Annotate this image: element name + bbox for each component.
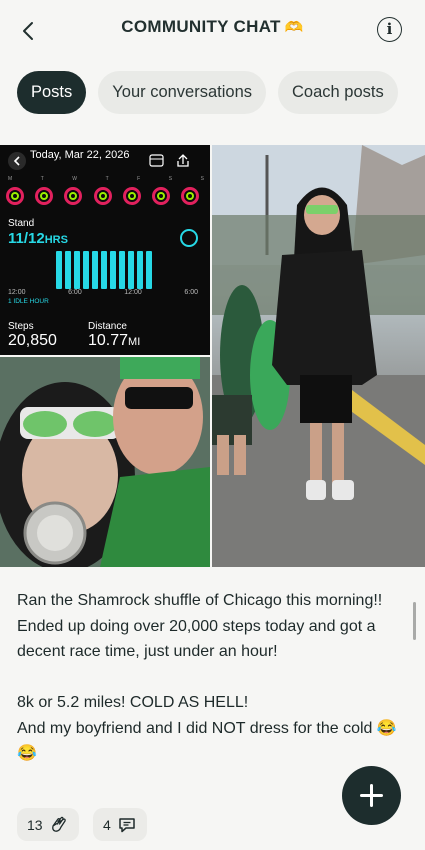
stand-bar	[92, 251, 98, 289]
time-axis: 12:00 6:00 12:00 6:00	[8, 289, 198, 296]
stand-bar	[65, 251, 71, 289]
time-tick: 12:00	[8, 289, 26, 296]
tab-your-conversations[interactable]: Your conversations	[98, 71, 267, 114]
page-title: COMMUNITY CHAT 🫶	[0, 17, 425, 37]
post-line: Ran the Shamrock shuffle of Chicago this…	[17, 592, 383, 609]
post-body: Ran the Shamrock shuffle of Chicago this…	[17, 588, 409, 767]
race-illustration	[212, 145, 425, 567]
fitness-summary-screenshot[interactable]: Today, Mar 22, 2026 M T W T F S S Stand …	[0, 145, 210, 355]
page-title-text: COMMUNITY CHAT	[121, 17, 281, 36]
stand-bar	[146, 251, 152, 289]
header: COMMUNITY CHAT 🫶 i	[0, 0, 425, 62]
activity-ring-icon	[94, 187, 112, 205]
activity-ring-icon	[181, 187, 199, 205]
heart-hands-emoji: 🫶	[284, 19, 304, 36]
selfie-photo[interactable]	[0, 357, 210, 567]
stand-bar	[101, 251, 107, 289]
post-photo-grid: Today, Mar 22, 2026 M T W T F S S Stand …	[0, 145, 425, 567]
steps-value: 20,850	[8, 332, 57, 349]
clap-reaction-button[interactable]: 13	[17, 808, 79, 841]
tab-coach-posts[interactable]: Coach posts	[278, 71, 398, 114]
stand-label: Stand	[8, 218, 35, 229]
stand-bar	[137, 251, 143, 289]
comment-bubble-icon	[119, 817, 135, 832]
new-post-plus-button[interactable]	[342, 766, 401, 825]
activity-ring-icon	[6, 187, 24, 205]
stand-bar	[83, 251, 89, 289]
comment-count: 4	[103, 816, 111, 833]
post-line: And my boyfriend and I did NOT dress for…	[17, 719, 397, 763]
info-icon[interactable]: i	[377, 17, 402, 42]
post-line: 8k or 5.2 miles! COLD AS HELL!	[17, 694, 249, 711]
stand-number: 11/12	[8, 230, 45, 247]
clap-count: 13	[27, 816, 43, 833]
steps-label: Steps	[8, 321, 34, 332]
stand-bar	[110, 251, 116, 289]
stand-hours-bars	[56, 251, 156, 289]
stand-unit: HRS	[44, 234, 68, 246]
clap-hands-icon	[51, 816, 66, 832]
stand-bar	[56, 251, 62, 289]
stand-value: 11/12HRS	[8, 230, 68, 247]
time-tick: 12:00	[124, 289, 142, 296]
distance-unit: MI	[128, 336, 141, 348]
race-photo[interactable]	[212, 145, 425, 567]
fitness-date: Today, Mar 22, 2026	[30, 149, 130, 161]
tab-bar: Posts Your conversations Coach posts	[17, 71, 398, 114]
time-tick: 6:00	[184, 289, 198, 296]
distance-label: Distance	[88, 321, 127, 332]
activity-ring-icon	[35, 187, 53, 205]
distance-number: 10.77	[88, 332, 129, 349]
activity-ring-icon	[152, 187, 170, 205]
stand-details-icon	[180, 229, 198, 247]
activity-ring-icon	[64, 187, 82, 205]
stand-bar	[74, 251, 80, 289]
post-line: Ended up doing over 20,000 steps today a…	[17, 617, 376, 661]
idle-hours: 1 IDLE HOUR	[8, 298, 49, 305]
comments-button[interactable]: 4	[93, 808, 147, 841]
distance-value: 10.77MI	[88, 332, 140, 350]
tab-posts[interactable]: Posts	[17, 71, 87, 114]
scrollbar[interactable]	[413, 602, 416, 640]
selfie-illustration	[0, 357, 210, 567]
time-tick: 6:00	[68, 289, 82, 296]
activity-rings-row	[6, 181, 206, 219]
stand-bar	[119, 251, 125, 289]
activity-ring-icon	[123, 187, 141, 205]
stand-bar	[128, 251, 134, 289]
